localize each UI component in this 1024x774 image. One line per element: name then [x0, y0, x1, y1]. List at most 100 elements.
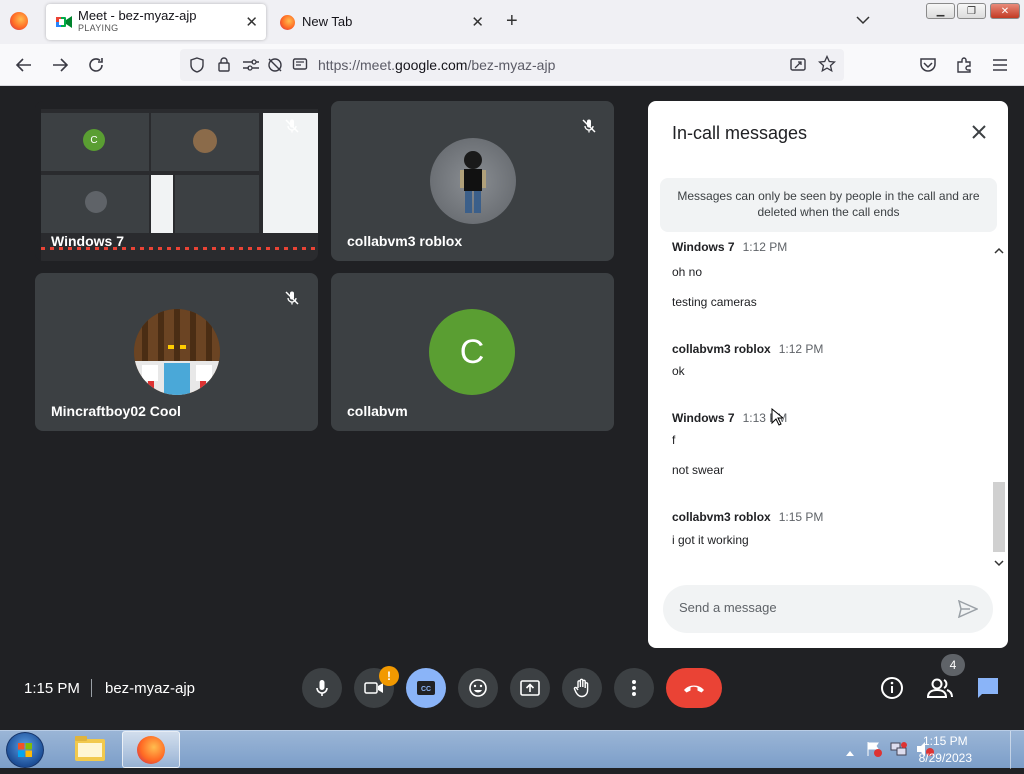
tab-meet[interactable]: Meet - bez-myaz-ajp PLAYING ✕	[46, 4, 266, 40]
clock-date: 8/29/2023	[918, 751, 972, 765]
message-text: testing cameras	[672, 295, 757, 309]
tracking-protection-shield-icon[interactable]	[189, 57, 205, 78]
reader-notes-icon[interactable]	[292, 57, 308, 78]
tab-bar: Meet - bez-myaz-ajp PLAYING ✕ New Tab ✕ …	[0, 0, 1024, 44]
message-input-box[interactable]	[663, 585, 993, 633]
clock-time: 1:15 PM	[922, 734, 968, 748]
windows-taskbar: 1:15 PM 8/29/2023	[0, 730, 1024, 769]
reload-icon[interactable]	[84, 53, 108, 77]
avatar	[134, 309, 220, 395]
microphone-icon	[316, 680, 328, 696]
message-text: i got it working	[672, 533, 749, 547]
system-clock[interactable]: 1:15 PM 8/29/2023	[919, 733, 972, 767]
windows-logo-icon	[18, 743, 32, 757]
mic-off-icon	[576, 113, 602, 139]
meeting-details-icon[interactable]	[880, 676, 904, 705]
participant-tile[interactable]: C Windows 7	[35, 101, 318, 261]
present-screen-button[interactable]	[510, 668, 550, 708]
url-text[interactable]: https://meet.google.com/bez-myaz-ajp	[318, 57, 555, 73]
message-sender: Windows 7 1:13 PM	[672, 411, 788, 425]
restore-button[interactable]: ❐	[957, 3, 986, 19]
message-text: ok	[672, 364, 685, 378]
closed-captions-icon: CC	[417, 681, 435, 695]
list-all-tabs-chevron-icon[interactable]	[856, 12, 870, 28]
message-text: oh no	[672, 265, 703, 279]
start-button[interactable]	[6, 732, 44, 768]
avatar	[430, 138, 516, 224]
mic-off-icon	[279, 285, 305, 311]
new-tab-plus-icon[interactable]: +	[506, 10, 518, 33]
taskbar-firefox-button[interactable]	[122, 731, 180, 768]
meeting-code: bez-myaz-ajp	[105, 680, 196, 697]
svg-text:CC: CC	[421, 686, 431, 693]
show-desktop-button[interactable]	[1010, 731, 1024, 769]
minimize-button[interactable]: ▁	[926, 3, 955, 19]
microphone-button[interactable]	[302, 668, 342, 708]
pocket-icon[interactable]	[916, 53, 940, 77]
participant-name: Mincraftboy02 Cool	[51, 403, 181, 419]
close-window-button[interactable]: ✕	[990, 3, 1020, 19]
privacy-notice: Messages can only be seen by people in t…	[660, 178, 997, 232]
close-tab-icon[interactable]: ✕	[471, 13, 484, 31]
captions-button[interactable]: CC	[406, 668, 446, 708]
camera-alert-badge: !	[379, 666, 399, 686]
lock-icon[interactable]	[217, 56, 231, 78]
google-meet-icon	[56, 15, 72, 29]
panel-title: In-call messages	[672, 123, 808, 143]
participant-name: Windows 7	[51, 233, 124, 249]
message-text: not swear	[672, 463, 725, 477]
firefox-menu-icon[interactable]	[10, 12, 28, 30]
send-icon[interactable]	[957, 599, 979, 623]
close-tab-icon[interactable]: ✕	[245, 13, 258, 31]
bookmark-star-icon[interactable]	[817, 54, 837, 78]
screen-share-indicator-icon[interactable]	[790, 57, 806, 78]
reactions-button[interactable]	[458, 668, 498, 708]
back-arrow-icon[interactable]	[12, 53, 36, 77]
mouse-cursor	[771, 407, 785, 431]
raise-hand-button[interactable]	[562, 668, 602, 708]
divider	[91, 679, 92, 697]
message-sender: collabvm3 roblox 1:15 PM	[672, 510, 824, 524]
permissions-icon[interactable]	[242, 57, 260, 78]
present-icon	[520, 680, 540, 696]
tab-new-tab[interactable]: New Tab ✕	[272, 4, 494, 40]
message-sender: collabvm3 roblox 1:12 PM	[672, 342, 824, 356]
in-call-messages-panel: In-call messages Messages can only be se…	[648, 101, 1008, 648]
more-vert-icon	[632, 680, 636, 696]
mic-off-icon	[279, 113, 305, 139]
participant-tile[interactable]: collabvm3 roblox	[331, 101, 614, 261]
people-icon[interactable]	[926, 676, 954, 705]
hamburger-menu-icon[interactable]	[988, 53, 1012, 77]
camera-blocked-icon[interactable]	[266, 57, 284, 78]
leave-call-button[interactable]	[666, 668, 722, 708]
participant-tile[interactable]: Mincraftboy02 Cool	[35, 273, 318, 431]
tab-playing-label: PLAYING	[78, 23, 119, 33]
nav-toolbar: https://meet.google.com/bez-myaz-ajp	[0, 44, 1024, 86]
chat-icon[interactable]	[976, 676, 1000, 705]
participant-name: collabvm	[347, 403, 408, 419]
participant-tile[interactable]: C collabvm	[331, 273, 614, 431]
hand-icon	[573, 678, 589, 698]
meet-stage: C Windows 7 collabvm3 roblox Mincraftboy…	[0, 86, 1024, 730]
participant-name: collabvm3 roblox	[347, 233, 463, 249]
show-hidden-icons-arrow[interactable]	[845, 744, 855, 762]
close-panel-icon[interactable]	[970, 123, 988, 146]
url-bar[interactable]: https://meet.google.com/bez-myaz-ajp	[180, 49, 844, 81]
extensions-puzzle-icon[interactable]	[952, 53, 976, 77]
tab-title: Meet - bez-myaz-ajp	[78, 8, 197, 23]
message-scrollbar[interactable]	[992, 244, 1006, 571]
message-sender: Windows 7 1:12 PM	[672, 241, 788, 254]
taskbar-explorer-button[interactable]	[62, 732, 116, 767]
forward-arrow-icon[interactable]	[48, 53, 72, 77]
avatar: C	[429, 309, 515, 395]
emoji-icon	[469, 679, 487, 697]
firefox-icon	[280, 15, 295, 30]
meeting-time: 1:15 PM	[24, 680, 80, 697]
tab-title: New Tab	[302, 14, 353, 29]
message-list[interactable]: Windows 7 1:12 PM oh no testing cameras c…	[672, 241, 982, 571]
more-options-button[interactable]	[614, 668, 654, 708]
send-message-input[interactable]	[679, 600, 939, 615]
network-icon[interactable]	[890, 741, 908, 762]
end-call-icon	[684, 685, 704, 693]
action-center-flag-icon[interactable]	[866, 741, 882, 762]
